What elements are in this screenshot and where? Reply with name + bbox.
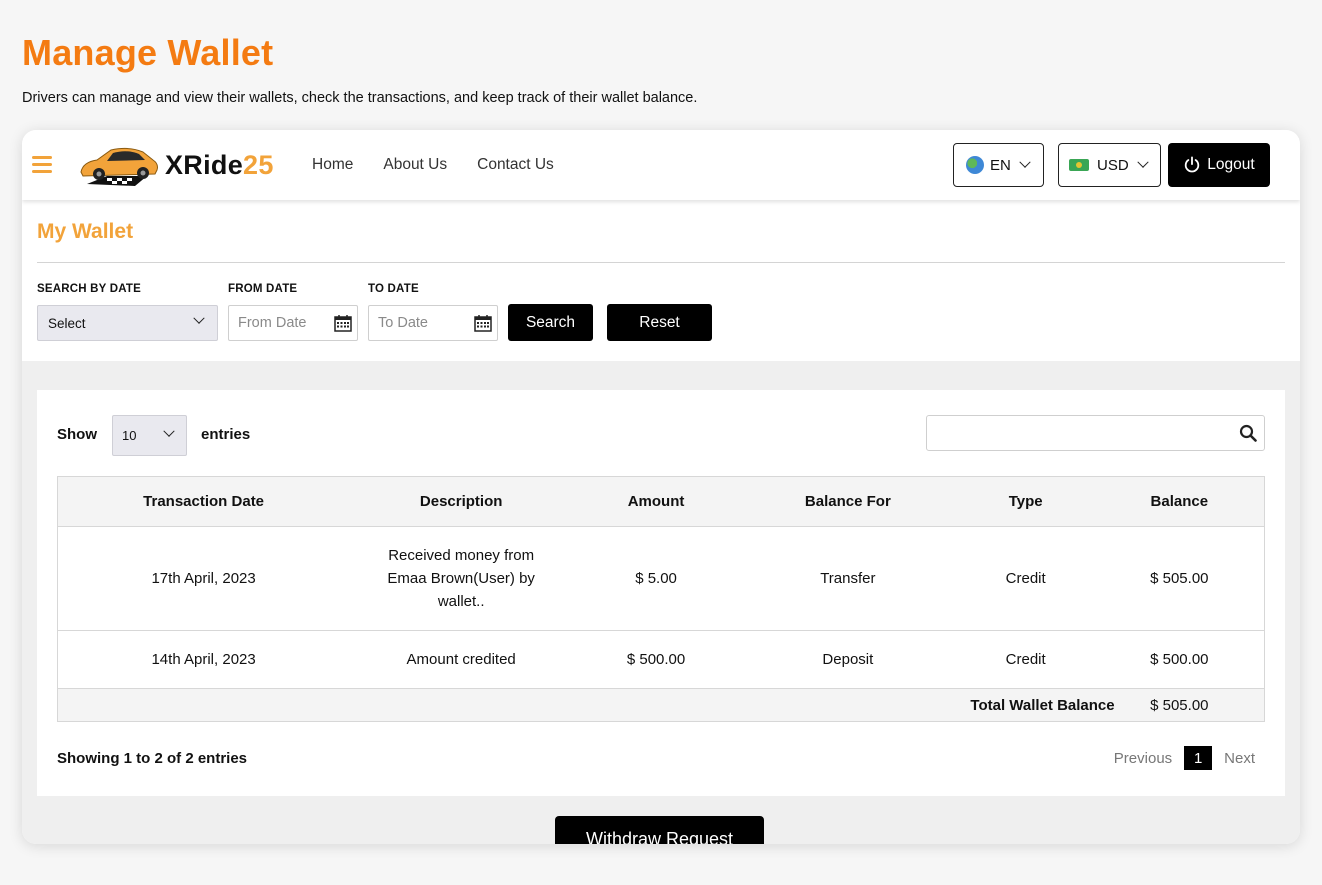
- cell-balance-for: Transfer: [738, 526, 957, 631]
- from-date-label: FROM DATE: [228, 283, 298, 295]
- page-1-button[interactable]: 1: [1184, 746, 1213, 770]
- currency-select[interactable]: USD: [1058, 143, 1161, 187]
- chevron-down-icon: [1019, 156, 1031, 168]
- wallet-title: My Wallet: [37, 220, 134, 243]
- table-search-input[interactable]: [926, 415, 1265, 451]
- logout-label: Logout: [1207, 156, 1255, 173]
- col-amount[interactable]: Amount: [573, 476, 739, 527]
- chevron-down-icon: [1137, 156, 1149, 168]
- power-icon: [1185, 156, 1200, 173]
- total-row: Total Wallet Balance $ 505.00: [56, 688, 1265, 722]
- entries-select[interactable]: 10: [112, 415, 187, 456]
- col-balance[interactable]: Balance: [1094, 476, 1265, 527]
- cell-balance: $ 505.00: [1094, 526, 1265, 631]
- to-date-placeholder: To Date: [378, 315, 428, 331]
- logo-text: XRide25: [165, 149, 274, 180]
- col-description[interactable]: Description: [349, 476, 574, 527]
- calendar-icon[interactable]: [334, 314, 352, 332]
- col-type[interactable]: Type: [956, 476, 1095, 527]
- currency-value: USD: [1097, 156, 1129, 174]
- entries-value: 10: [122, 428, 137, 443]
- reset-button[interactable]: Reset: [607, 304, 712, 341]
- total-wallet-balance-value: $ 505.00: [1094, 688, 1265, 722]
- chevron-down-icon: [163, 425, 175, 437]
- app-frame: XRide25 Home About Us Contact Us EN USD …: [22, 130, 1300, 844]
- navbar: XRide25 Home About Us Contact Us EN USD …: [22, 130, 1300, 200]
- entries-label: entries: [201, 426, 251, 443]
- logout-button[interactable]: Logout: [1168, 143, 1270, 187]
- search-icon[interactable]: [1239, 424, 1257, 442]
- money-icon: [1069, 159, 1089, 171]
- chevron-down-icon: [193, 312, 205, 324]
- nav-home[interactable]: Home: [312, 156, 353, 174]
- globe-icon: [966, 156, 984, 174]
- cell-description: Received money from Emaa Brown(User) by …: [349, 526, 574, 631]
- search-by-date-label: SEARCH BY DATE: [37, 283, 141, 295]
- cell-amount: $ 500.00: [573, 630, 739, 689]
- to-date-label: TO DATE: [368, 283, 419, 295]
- language-select[interactable]: EN: [953, 143, 1044, 187]
- nav-contact-us[interactable]: Contact Us: [477, 156, 554, 174]
- search-button[interactable]: Search: [508, 304, 593, 341]
- from-date-placeholder: From Date: [238, 315, 307, 331]
- col-balance-for[interactable]: Balance For: [738, 476, 957, 527]
- logo[interactable]: XRide25: [77, 142, 274, 188]
- cell-type: Credit: [956, 630, 1095, 689]
- hamburger-icon[interactable]: [32, 156, 52, 173]
- to-date-input[interactable]: To Date: [368, 305, 498, 341]
- nav-about-us[interactable]: About Us: [383, 156, 447, 174]
- table-row: 17th April, 2023 Received money from Ema…: [57, 526, 1265, 631]
- search-by-date-value: Select: [48, 315, 86, 331]
- cell-balance-for: Deposit: [738, 630, 957, 689]
- cell-date: 14th April, 2023: [57, 630, 350, 689]
- transactions-card: Show 10 entries Transaction Date Descrip…: [37, 390, 1285, 796]
- cell-type: Credit: [956, 526, 1095, 631]
- cell-balance: $ 500.00: [1094, 630, 1265, 689]
- transactions-table: Transaction Date Description Amount Bala…: [56, 476, 1265, 722]
- nav-links: Home About Us Contact Us: [312, 156, 584, 174]
- divider: [37, 262, 1285, 263]
- table-row: 14th April, 2023 Amount credited $ 500.0…: [57, 630, 1265, 689]
- cell-date: 17th April, 2023: [57, 526, 350, 631]
- from-date-input[interactable]: From Date: [228, 305, 358, 341]
- show-label: Show: [57, 426, 97, 443]
- cell-amount: $ 5.00: [573, 526, 739, 631]
- search-by-date-select[interactable]: Select: [37, 305, 218, 341]
- total-wallet-balance-label: Total Wallet Balance: [56, 688, 1115, 722]
- page-title: Manage Wallet: [22, 32, 274, 73]
- car-logo-icon: [80, 147, 158, 186]
- pagination: Previous 1 Next: [1114, 746, 1255, 770]
- calendar-icon[interactable]: [474, 314, 492, 332]
- withdraw-request-button[interactable]: Withdraw Request: [555, 816, 764, 844]
- language-value: EN: [990, 156, 1011, 174]
- cell-description: Amount credited: [349, 630, 574, 689]
- col-transaction-date[interactable]: Transaction Date: [57, 476, 350, 527]
- next-button[interactable]: Next: [1224, 750, 1255, 767]
- table-header-row: Transaction Date Description Amount Bala…: [57, 476, 1265, 527]
- page-subtitle: Drivers can manage and view their wallet…: [22, 90, 698, 106]
- table-info: Showing 1 to 2 of 2 entries: [57, 750, 248, 767]
- previous-button[interactable]: Previous: [1114, 750, 1172, 767]
